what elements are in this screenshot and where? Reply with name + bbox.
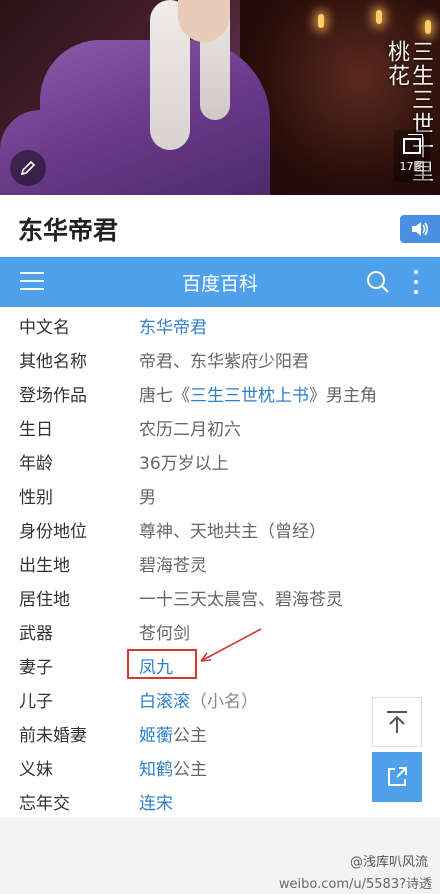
infobox-key: 武器 <box>19 624 53 644</box>
highlight-box <box>127 649 197 679</box>
infobox-key: 年龄 <box>19 454 53 474</box>
page-title: 东华帝君 <box>18 216 119 245</box>
infobox-value: 帝君、东华紫府少阳君 <box>139 352 309 372</box>
speaker-icon <box>412 222 429 236</box>
infobox-value: 连宋 <box>139 789 173 814</box>
infobox-key: 前未婚妻 <box>19 726 87 746</box>
candle-light <box>425 20 431 34</box>
infobox-row: 居住地 一十三天太晨宫、碧海苍灵 <box>0 579 440 613</box>
infobox-value: 农历二月初六 <box>139 420 241 440</box>
gallery-button[interactable]: 17图 <box>394 130 430 182</box>
infobox-key: 居住地 <box>19 590 70 610</box>
voice-read-button[interactable] <box>400 215 440 243</box>
edit-button[interactable] <box>10 150 46 186</box>
infobox-value: 苍何剑 <box>139 624 190 644</box>
infobox-value: 36万岁以上 <box>139 454 229 474</box>
candle-light <box>376 10 382 24</box>
infobox-link[interactable]: 三生三世枕上书 <box>190 386 309 406</box>
annotation-arrow <box>200 628 262 662</box>
infobox-row: 年龄 36万岁以上 <box>0 443 440 477</box>
gallery-icon <box>403 134 423 154</box>
infobox-row: 性别 男 <box>0 477 440 511</box>
infobox-key: 义妹 <box>19 760 53 780</box>
infobox-value: 东华帝君 <box>139 313 207 338</box>
back-to-top-button[interactable] <box>372 697 422 747</box>
infobox-value: 白滚滚（小名） <box>139 692 258 712</box>
infobox-key: 身份地位 <box>19 522 87 542</box>
infobox-value: 知鹤公主 <box>139 760 207 780</box>
infobox-row: 其他名称 帝君、东华紫府少阳君 <box>0 341 440 375</box>
infobox-key: 生日 <box>19 420 53 440</box>
entry-title-row: 东华帝君 <box>0 195 440 257</box>
infobox-key: 儿子 <box>19 692 53 712</box>
top-navbar: 百度百科 <box>0 257 440 307</box>
infobox-row: 生日 农历二月初六 <box>0 409 440 443</box>
gallery-count: 17图 <box>399 160 425 173</box>
infobox-key: 出生地 <box>19 556 70 576</box>
infobox-key: 登场作品 <box>19 386 87 406</box>
infobox-key: 妻子 <box>19 658 53 678</box>
candle-light <box>318 14 324 28</box>
arrow-up-icon <box>387 711 407 733</box>
infobox-key: 中文名 <box>19 318 70 338</box>
share-button[interactable] <box>372 752 422 802</box>
infobox-row: 出生地 碧海苍灵 <box>0 545 440 579</box>
infobox-value: 姬蘅公主 <box>139 726 207 746</box>
infobox-link[interactable]: 知鹤 <box>139 760 173 780</box>
infobox-link[interactable]: 白滚滚 <box>139 692 190 712</box>
infobox-link[interactable]: 连宋 <box>139 794 173 814</box>
infobox-key: 性别 <box>19 488 53 508</box>
infobox-value: 碧海苍灵 <box>139 556 207 576</box>
watermark-handle: @浅库叭风流 <box>349 855 428 870</box>
infobox-value: 男 <box>139 488 156 508</box>
search-icon[interactable] <box>366 270 390 294</box>
share-icon <box>388 767 407 786</box>
infobox-value: 一十三天太晨宫、碧海苍灵 <box>139 590 343 610</box>
infobox-row: 中文名 东华帝君 <box>0 307 440 341</box>
infobox-key: 其他名称 <box>19 352 87 372</box>
infobox-key: 忘年交 <box>19 794 70 814</box>
bottom-area: @浅库叭风流 weibo.com/u/5583?诗透 <box>0 817 440 894</box>
infobox-link[interactable]: 姬蘅 <box>139 726 173 746</box>
infobox-value: 唐七《三生三世枕上书》男主角 <box>139 386 377 406</box>
infobox-row: 登场作品 唐七《三生三世枕上书》男主角 <box>0 375 440 409</box>
infobox-value: 尊神、天地共主（曾经） <box>139 522 326 542</box>
more-options-icon[interactable] <box>414 270 420 294</box>
pencil-icon <box>20 160 36 176</box>
watermark-url: weibo.com/u/5583?诗透 <box>278 877 432 892</box>
hero-image[interactable]: 三生三世十里桃花 17图 <box>0 0 440 195</box>
infobox-link[interactable]: 东华帝君 <box>139 318 207 338</box>
infobox-row: 身份地位 尊神、天地共主（曾经） <box>0 511 440 545</box>
